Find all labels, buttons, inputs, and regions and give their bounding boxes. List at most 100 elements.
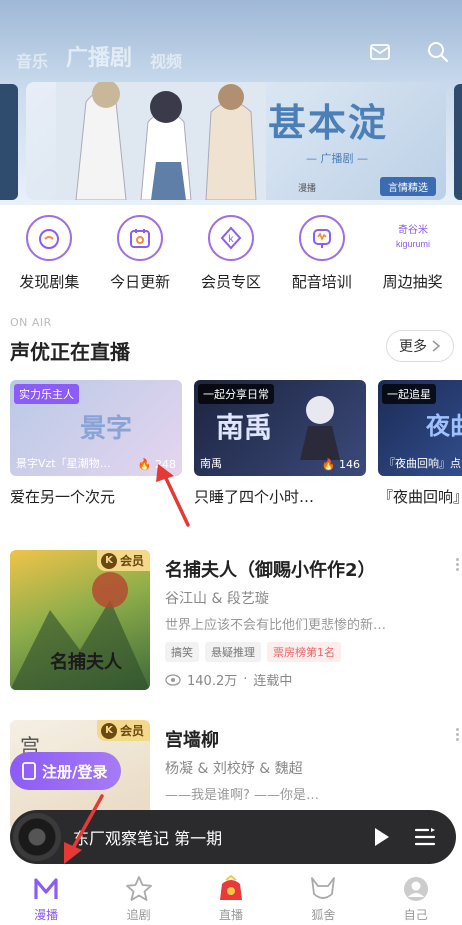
nav-fox-house[interactable]: 狐舍 (288, 868, 358, 925)
chevron-right-icon (432, 340, 441, 352)
viewer-count: 🔥 248 (137, 458, 176, 471)
more-options-icon[interactable] (456, 558, 460, 571)
bottom-navigation: 漫播 追剧 直播 狐舍 自己 (0, 868, 462, 925)
top-tabs: 音乐 广播剧 视频 (16, 40, 182, 72)
more-button[interactable]: 更多 (386, 330, 454, 362)
vip-label: 会员 (119, 724, 144, 738)
live-title: 爱在另一个次元 (10, 488, 116, 506)
viewer-count-value: 248 (155, 458, 176, 471)
quick-label: 周边抽奖 (382, 273, 443, 291)
phone-icon (22, 762, 36, 780)
discover-icon (26, 215, 73, 261)
live-card-row: 景字 实力乐主人 景字Vzt「星潮物… 🔥 248 爱在另一个次元 南禹 一起分… (10, 380, 462, 507)
vip-k-icon: K (100, 722, 117, 739)
quick-label: 今日更新 (110, 273, 171, 291)
quick-merch-lottery[interactable]: 奇谷米 kigurumi 周边抽奖 (370, 215, 456, 292)
nav-manbo[interactable]: 漫播 (11, 868, 81, 925)
play-icon[interactable] (370, 826, 392, 848)
live-card[interactable]: 夜曲 一起追星 『夜曲回响』点 『夜曲回响』 (378, 380, 462, 507)
vip-badge: K 会员 (96, 550, 150, 571)
viewer-count: 🔥 146 (321, 458, 360, 471)
mail-icon[interactable] (368, 40, 392, 64)
tab-video[interactable]: 视频 (150, 48, 182, 72)
cover-text: 夜曲 (426, 412, 462, 440)
svg-text:奇谷米: 奇谷米 (398, 223, 428, 236)
vip-k-icon: K (100, 552, 117, 569)
live-host: 景字Vzt「星潮物… (16, 457, 111, 470)
drama-item[interactable]: 名捕夫人 K 会员 名捕夫人（御赐小仵作2） 谷江山 & 段艺璇 世界上应该不会有… (10, 550, 460, 690)
vip-label: 会员 (119, 554, 144, 568)
drama-cast: 谷江山 & 段艺璇 (165, 591, 269, 607)
login-button[interactable]: 注册/登录 (10, 752, 122, 790)
player-title: 东厂观察笔记 第一期 (73, 829, 223, 848)
nav-follow[interactable]: 追剧 (104, 868, 174, 925)
live-thumbnail: 景字 实力乐主人 景字Vzt「星潮物… 🔥 248 (10, 380, 182, 476)
banner-tag: 言情精选 (380, 177, 436, 196)
quick-label: 会员专区 (200, 273, 261, 291)
svg-text:k: k (228, 234, 234, 245)
banner-prev-peek[interactable] (0, 84, 18, 200)
drama-tag[interactable]: 悬疑推理 (205, 642, 261, 662)
live-badge: 一起分享日常 (198, 384, 274, 404)
live-title: 『夜曲回响』 (378, 488, 462, 506)
viewer-count-value: 146 (339, 458, 360, 471)
live-host: 南禹 (200, 457, 222, 470)
microphone-icon (298, 215, 345, 261)
login-label: 注册/登录 (42, 762, 108, 781)
tab-music[interactable]: 音乐 (16, 48, 48, 72)
quick-dubbing-training[interactable]: 配音培训 (279, 215, 365, 292)
section-eyebrow: ON AIR (10, 316, 52, 329)
tab-radio-drama[interactable]: 广播剧 (66, 40, 132, 72)
drama-description: 世界上应该不会有比他们更悲惨的新… (165, 618, 387, 633)
nav-live[interactable]: 直播 (196, 868, 266, 925)
section-title: 声优正在直播 (10, 340, 130, 364)
drama-tags: 搞笑 悬疑推理 票房榜第1名 (165, 642, 341, 662)
quick-discover[interactable]: 发现剧集 (6, 215, 92, 292)
nav-label: 自己 (403, 908, 428, 922)
live-badge: 实力乐主人 (14, 384, 79, 404)
quick-entries: 发现剧集 今日更新 k 会员专区 配音培训 奇谷米 kigurumi 周边抽奖 (0, 215, 462, 292)
album-disc (13, 813, 61, 861)
nav-label: 直播 (218, 908, 243, 922)
calendar-icon (117, 215, 164, 261)
banner-subtitle: — 广播剧 — (306, 152, 368, 165)
live-thumbnail: 夜曲 一起追星 『夜曲回响』点 (378, 380, 462, 476)
live-bag-icon (219, 874, 242, 900)
cover-text: 名捕夫人 (50, 652, 122, 673)
cover-text: 景字 (80, 414, 133, 444)
play-count: 140.2万 (187, 674, 238, 689)
cover-character (300, 396, 340, 460)
banner-slide[interactable]: 甚本淀 — 广播剧 — 漫播 言情精选 (26, 82, 446, 200)
live-title: 只睡了四个小时… (194, 488, 315, 506)
live-badge: 一起追星 (382, 384, 436, 404)
nav-label: 追剧 (126, 908, 151, 922)
home-m-icon (34, 878, 58, 899)
live-card[interactable]: 景字 实力乐主人 景字Vzt「星潮物… 🔥 248 爱在另一个次元 (10, 380, 182, 507)
svg-text:kigurumi: kigurumi (396, 239, 430, 249)
nav-label: 狐舍 (311, 908, 336, 922)
drama-title: 宫墙柳 (165, 730, 219, 751)
more-options-icon[interactable] (456, 728, 460, 741)
search-icon[interactable] (426, 40, 450, 64)
serial-status: 连载中 (253, 674, 293, 689)
playlist-icon[interactable] (414, 826, 436, 848)
gift-icon: 奇谷米 kigurumi (390, 215, 436, 261)
banner-next-peek[interactable] (454, 84, 462, 200)
mini-player[interactable]: 东厂观察笔记 第一期 (10, 810, 456, 864)
nav-label: 漫播 (34, 908, 59, 922)
drama-cast: 杨凝 & 刘校妤 & 魏超 (165, 761, 303, 777)
live-thumbnail: 南禹 一起分享日常 南禹 🔥 146 (194, 380, 366, 476)
banner-illustration (56, 82, 266, 200)
quick-today-update[interactable]: 今日更新 (97, 215, 183, 292)
drama-title: 名捕夫人（御赐小仵作2） (165, 560, 376, 581)
live-card[interactable]: 南禹 一起分享日常 南禹 🔥 146 只睡了四个小时… (194, 380, 366, 507)
ranking-tag[interactable]: 票房榜第1名 (267, 642, 341, 662)
quick-vip-zone[interactable]: k 会员专区 (188, 215, 274, 292)
live-host: 『夜曲回响』点 (384, 457, 461, 470)
eye-icon (165, 673, 181, 686)
drama-stats: 140.2万 · 连载中 (165, 670, 292, 689)
banner-logo: 漫播 (298, 184, 317, 194)
vip-icon: k (207, 215, 254, 261)
nav-profile[interactable]: 自己 (381, 868, 451, 925)
drama-tag[interactable]: 搞笑 (165, 642, 199, 662)
